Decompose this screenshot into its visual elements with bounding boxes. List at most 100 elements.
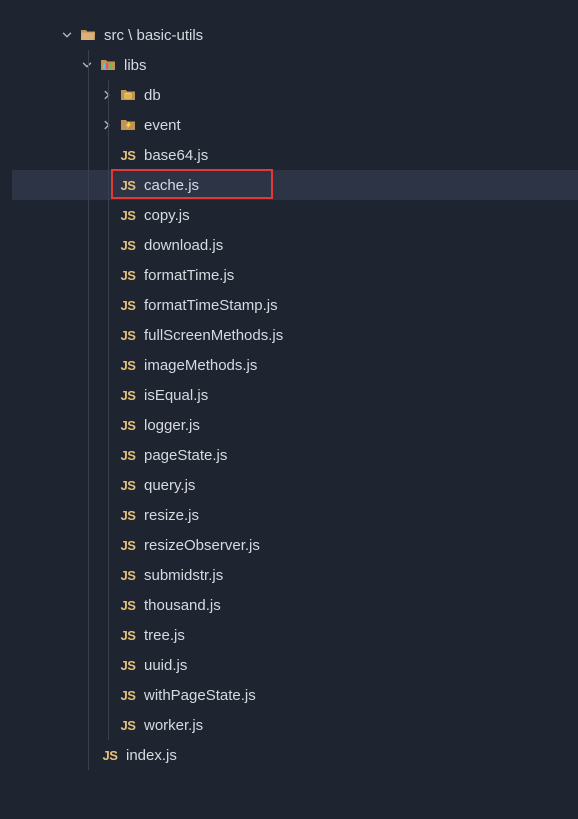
indent-guide (108, 620, 109, 650)
tree-folder-root[interactable]: src \ basic-utils (12, 20, 578, 50)
js-file-icon: JS (118, 448, 138, 463)
indent-guide (108, 530, 109, 560)
indent-guide (88, 470, 89, 500)
indent-guide (88, 350, 89, 380)
js-file-icon: JS (118, 658, 138, 673)
file-label: formatTimeStamp.js (144, 297, 278, 314)
indent-guide (88, 320, 89, 350)
tree-file[interactable]: JS fullScreenMethods.js (12, 320, 578, 350)
tree-file[interactable]: JS submidstr.js (12, 560, 578, 590)
indent-guide (88, 260, 89, 290)
js-file-icon: JS (118, 538, 138, 553)
folder-label: event (144, 117, 181, 134)
js-file-icon: JS (118, 568, 138, 583)
indent-guide (108, 470, 109, 500)
js-file-icon: JS (118, 628, 138, 643)
tree-folder-event[interactable]: event (12, 110, 578, 140)
tree-file[interactable]: JScopy.js (12, 200, 578, 230)
indent-guide (88, 80, 89, 110)
tree-file[interactable]: JS imageMethods.js (12, 350, 578, 380)
js-file-icon: JS (118, 688, 138, 703)
indent-guide (108, 350, 109, 380)
indent-guide (88, 230, 89, 260)
indent-guide (88, 110, 89, 140)
js-file-icon: JS (118, 328, 138, 343)
indent-guide (108, 320, 109, 350)
indent-guide (88, 560, 89, 590)
js-file-icon: JS (118, 178, 138, 193)
indent-guide (108, 560, 109, 590)
indent-guide (108, 140, 109, 170)
indent-guide (88, 410, 89, 440)
tree-file[interactable]: JS isEqual.js (12, 380, 578, 410)
indent-guide (108, 110, 109, 140)
tree-file[interactable]: JS withPageState.js (12, 680, 578, 710)
indent-guide (88, 140, 89, 170)
file-label: isEqual.js (144, 387, 208, 404)
indent-guide (108, 500, 109, 530)
tree-file[interactable]: JS resize.js (12, 500, 578, 530)
file-label: cache.js (144, 177, 199, 194)
tree-file[interactable]: JSformatTime.js (12, 260, 578, 290)
file-label: fullScreenMethods.js (144, 327, 283, 344)
js-file-icon: JS (118, 418, 138, 433)
indent-guide (88, 380, 89, 410)
folder-label: db (144, 87, 161, 104)
chevron-right-icon (100, 87, 114, 103)
indent-guide (88, 710, 89, 740)
js-file-icon: JS (118, 208, 138, 223)
file-label: download.js (144, 237, 223, 254)
tree-file[interactable]: JSthousand.js (12, 590, 578, 620)
indent-guide (108, 290, 109, 320)
js-file-icon: JS (118, 478, 138, 493)
event-folder-icon (118, 117, 138, 133)
tree-file[interactable]: JS index.js (12, 740, 578, 770)
folder-label: src \ basic-utils (104, 27, 203, 44)
tree-file[interactable]: JS formatTimeStamp.js (12, 290, 578, 320)
indent-guide (108, 260, 109, 290)
file-label: worker.js (144, 717, 203, 734)
file-label: withPageState.js (144, 687, 256, 704)
js-file-icon: JS (118, 298, 138, 313)
tree-folder-libs[interactable]: libs (12, 50, 578, 80)
file-label: submidstr.js (144, 567, 223, 584)
js-file-icon: JS (118, 718, 138, 733)
file-label: pageState.js (144, 447, 227, 464)
indent-guide (88, 50, 89, 80)
tree-file[interactable]: JSuuid.js (12, 650, 578, 680)
js-file-icon: JS (118, 508, 138, 523)
js-file-icon: JS (118, 358, 138, 373)
indent-guide (108, 710, 109, 740)
tree-file[interactable]: JS worker.js (12, 710, 578, 740)
indent-guide (108, 680, 109, 710)
file-explorer-tree: src \ basic-utils libs db event JSbase64.… (0, 20, 578, 770)
tree-file[interactable]: JS pageState.js (12, 440, 578, 470)
tree-file[interactable]: JSresizeObserver.js (12, 530, 578, 560)
tree-file[interactable]: JSbase64.js (12, 140, 578, 170)
indent-guide (88, 290, 89, 320)
indent-guide (88, 170, 89, 200)
file-label: formatTime.js (144, 267, 234, 284)
indent-guide (88, 680, 89, 710)
file-label: logger.js (144, 417, 200, 434)
indent-guide (88, 650, 89, 680)
indent-guide (88, 590, 89, 620)
tree-file[interactable]: JS cache.js (12, 170, 578, 200)
indent-guide (108, 440, 109, 470)
tree-file[interactable]: JSquery.js (12, 470, 578, 500)
tree-file[interactable]: JSdownload.js (12, 230, 578, 260)
js-file-icon: JS (100, 748, 120, 763)
chevron-down-icon (80, 57, 94, 73)
tree-file[interactable]: JStree.js (12, 620, 578, 650)
js-file-icon: JS (118, 388, 138, 403)
file-label: imageMethods.js (144, 357, 257, 374)
file-label: index.js (126, 747, 177, 764)
folder-libs-icon (98, 57, 118, 73)
file-label: resize.js (144, 507, 199, 524)
chevron-down-icon (60, 27, 74, 43)
tree-file[interactable]: JS logger.js (12, 410, 578, 440)
tree-folder-db[interactable]: db (12, 80, 578, 110)
indent-guide (108, 380, 109, 410)
indent-guide (88, 620, 89, 650)
indent-guide (88, 530, 89, 560)
